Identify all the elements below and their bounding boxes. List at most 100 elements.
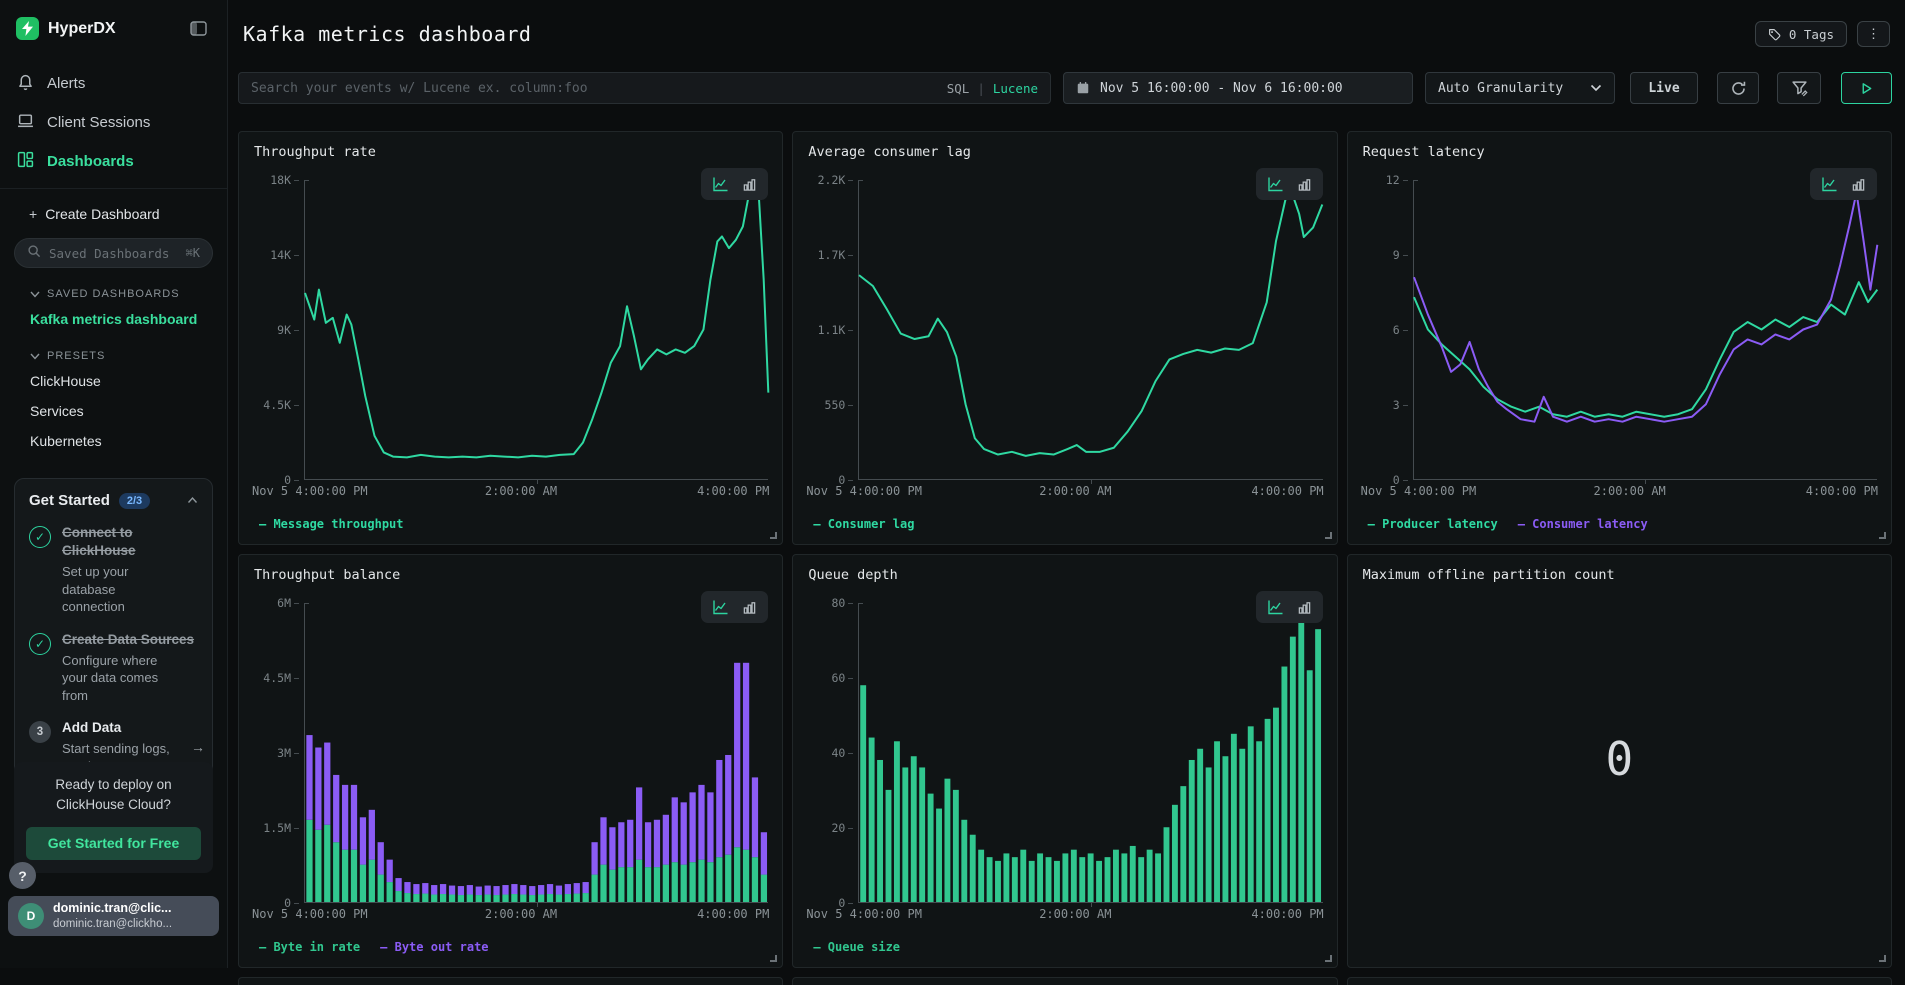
resize-handle[interactable] — [770, 955, 777, 962]
date-range-picker[interactable]: Nov 5 16:00:00 - Nov 6 16:00:00 — [1063, 72, 1413, 104]
live-button[interactable]: Live — [1630, 72, 1698, 104]
chart-type-toggle — [701, 168, 768, 200]
more-menu-button[interactable]: ⋮ — [1857, 21, 1890, 47]
arrow-right-icon: → — [191, 739, 205, 755]
bar-chart-icon[interactable] — [1297, 599, 1312, 615]
y-axis-labels: 036912 — [1356, 180, 1408, 480]
line-chart-icon[interactable] — [712, 176, 729, 192]
help-button[interactable]: ? — [9, 862, 36, 889]
legend-item: — Byte in rate — [259, 940, 360, 954]
legend-item: — Byte out rate — [380, 940, 488, 954]
shortcut-hint: ⌘K — [186, 246, 200, 260]
granularity-value: Auto Granularity — [1438, 81, 1563, 96]
plot-area[interactable] — [1413, 180, 1877, 480]
legend-item: — Message throughput — [259, 517, 404, 531]
panel-queue-depth: Queue depth 020406080 Nov 5 4:00:00 PM2:… — [792, 554, 1337, 968]
dashboard-grid-icon — [17, 151, 34, 172]
bar-chart-icon[interactable] — [1297, 176, 1312, 192]
legend-item: — Consumer lag — [813, 517, 914, 531]
get-started-step-1[interactable]: ✓ Connect to ClickHouse Set up your data… — [29, 524, 198, 616]
filter-edit-icon — [1791, 80, 1808, 97]
sidebar-item-kubernetes[interactable]: Kubernetes — [0, 426, 227, 456]
get-started-free-button[interactable]: Get Started for Free — [26, 827, 201, 860]
presets-section-header[interactable]: PRESETS — [0, 334, 227, 366]
plot-area[interactable] — [858, 603, 1322, 903]
lucene-toggle[interactable]: Lucene — [993, 81, 1038, 96]
chart-type-toggle — [1810, 168, 1877, 200]
plot-area[interactable] — [858, 180, 1322, 480]
sidebar-item-kafka-dashboard[interactable]: Kafka metrics dashboard — [0, 304, 227, 334]
x-axis-labels: Nov 5 4:00:00 PM2:00:00 AM4:00:00 PM — [806, 907, 1323, 923]
plot-area[interactable] — [304, 180, 768, 480]
chart-title: Average consumer lag — [808, 144, 971, 160]
chevron-down-icon — [1590, 84, 1602, 92]
saved-dashboards-section-header[interactable]: SAVED DASHBOARDS — [0, 272, 227, 304]
chart-title: Queue depth — [808, 567, 897, 583]
run-query-button[interactable] — [1841, 72, 1892, 104]
x-axis-labels: Nov 5 4:00:00 PM2:00:00 AM4:00:00 PM — [1361, 484, 1878, 500]
line-chart-icon[interactable] — [712, 599, 729, 615]
sidebar-item-services[interactable]: Services — [0, 396, 227, 426]
collapse-sidebar-icon[interactable] — [190, 21, 207, 36]
chart-legend: — Producer latency— Consumer latency — [1368, 517, 1648, 531]
chart-legend: — Message throughput — [259, 517, 404, 531]
big-number-value: 0 — [1605, 732, 1633, 786]
cloud-promo-card: Ready to deploy on ClickHouse Cloud? Get… — [14, 762, 213, 873]
refresh-button[interactable] — [1717, 72, 1759, 104]
language-divider: | — [977, 81, 985, 96]
create-dashboard-button[interactable]: +Create Dashboard — [0, 189, 227, 228]
date-range-value: Nov 5 16:00:00 - Nov 6 16:00:00 — [1100, 81, 1343, 96]
user-menu[interactable]: D dominic.tran@clic... dominic.tran@clic… — [8, 896, 219, 936]
plus-icon: + — [29, 206, 37, 222]
get-started-step-2[interactable]: ✓ Create Data Sources Configure where yo… — [29, 631, 198, 705]
tag-icon — [1768, 28, 1781, 41]
resize-handle[interactable] — [1325, 532, 1332, 539]
progress-badge: 2/3 — [119, 493, 150, 509]
sidebar-item-label: Alerts — [47, 75, 85, 92]
x-axis-labels: Nov 5 4:00:00 PM2:00:00 AM4:00:00 PM — [252, 484, 769, 500]
granularity-select[interactable]: Auto Granularity — [1425, 72, 1615, 104]
event-search-input[interactable] — [251, 81, 939, 96]
line-chart-icon[interactable] — [1821, 176, 1838, 192]
step-title: Connect to ClickHouse — [62, 525, 136, 558]
y-axis-labels: 05501.1K1.7K2.2K — [801, 180, 853, 480]
page-title: Kafka metrics dashboard — [243, 22, 531, 46]
chart-type-toggle — [1256, 168, 1323, 200]
resize-handle[interactable] — [1325, 955, 1332, 962]
sql-toggle[interactable]: SQL — [947, 81, 970, 96]
sidebar-item-dashboards[interactable]: Dashboards — [0, 142, 227, 181]
resize-handle[interactable] — [1879, 532, 1886, 539]
saved-dashboards-search-input[interactable] — [49, 246, 178, 261]
chart-legend: — Consumer lag — [813, 517, 914, 531]
chevron-up-icon[interactable] — [187, 497, 198, 504]
sidebar-item-client-sessions[interactable]: Client Sessions — [0, 103, 227, 142]
sidebar-item-alerts[interactable]: Alerts — [0, 64, 227, 103]
saved-dashboards-search[interactable]: ⌘K — [14, 238, 213, 268]
user-email: dominic.tran@clickho... — [53, 917, 172, 931]
search-icon — [27, 244, 41, 263]
query-toolbar: SQL | Lucene Nov 5 16:00:00 - Nov 6 16:0… — [238, 72, 1892, 104]
app-name: HyperDX — [48, 20, 190, 38]
line-chart-icon[interactable] — [1267, 599, 1284, 615]
step-title: Create Data Sources — [62, 632, 194, 647]
sidebar-item-clickhouse[interactable]: ClickHouse — [0, 366, 227, 396]
resize-handle[interactable] — [770, 532, 777, 539]
chevron-down-icon — [30, 291, 40, 298]
filter-button[interactable] — [1777, 72, 1821, 104]
bar-chart-icon[interactable] — [1851, 176, 1866, 192]
bell-icon — [17, 73, 34, 94]
plot-area[interactable] — [304, 603, 768, 903]
bar-chart-icon[interactable] — [742, 176, 757, 192]
step-number-badge: 3 — [29, 721, 51, 743]
chart-title: Throughput rate — [254, 144, 376, 160]
line-chart-icon[interactable] — [1267, 176, 1284, 192]
resize-handle[interactable] — [1879, 955, 1886, 962]
y-axis-labels: 04.5K9K14K18K — [247, 180, 299, 480]
sidebar-item-label: Client Sessions — [47, 114, 150, 131]
tags-button[interactable]: 0 Tags — [1755, 21, 1847, 47]
bar-chart-icon[interactable] — [742, 599, 757, 615]
user-name: dominic.tran@clic... — [53, 901, 172, 917]
app-logo-row: HyperDX — [0, 0, 227, 54]
panel-throughput-balance: Throughput balance 01.5M3M4.5M6M Nov 5 4… — [238, 554, 783, 968]
cloud-promo-text: Ready to deploy on ClickHouse Cloud? — [26, 775, 201, 816]
